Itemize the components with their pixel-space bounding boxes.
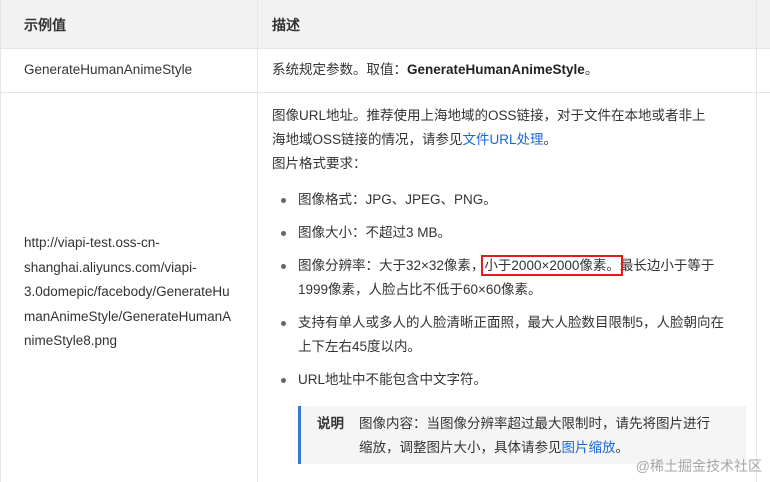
intro-prefix: 海地域OSS链接的情况，请参见 [272, 132, 463, 147]
file-url-link[interactable]: 文件URL处理 [463, 132, 544, 147]
face-line1: 支持有单人或多人的人脸清晰正面照，最大人脸数目限制5，人脸朝向在 [298, 315, 725, 330]
face-line2: 上下左右45度以内。 [298, 339, 422, 354]
note-text: 图像内容：当图像分辨率超过最大限制时，请先将图片进行 缩放，调整图片大小，具体请… [359, 412, 734, 460]
row1-description: 系统规定参数。取值：GenerateHumanAnimeStyle。 [272, 58, 598, 82]
row1-desc-suffix: 。 [584, 62, 599, 77]
url-line: 3.0domepic/facebody/GenerateHu [24, 284, 230, 299]
requirements-list: 图像格式：JPG、JPEG、PNG。 图像大小：不超过3 MB。 图像分辨率：大… [272, 188, 742, 401]
url-rule-text: URL地址中不能包含中文字符。 [298, 372, 488, 387]
note-line: 图像内容：当图像分辨率超过最大限制时，请先将图片进行 [359, 416, 710, 431]
bullet-icon [281, 231, 286, 236]
parameter-table: 示例值 描述 GenerateHumanAnimeStyle 系统规定参数。取值… [0, 0, 770, 482]
table-border-left [0, 0, 1, 482]
intro-line: 海地域OSS链接的情况，请参见文件URL处理。 [272, 128, 747, 152]
row1-desc-prefix: 系统规定参数。取值： [272, 62, 407, 77]
url-line: manAnimeStyle/GenerateHumanA [24, 308, 232, 324]
list-item: 图像格式：JPG、JPEG、PNG。 [272, 188, 742, 212]
url-line: http://viapi-test.oss-cn- [24, 235, 160, 250]
header-divider [0, 48, 770, 49]
row2-intro: 图像URL地址。推荐使用上海地域的OSS链接，对于文件在本地或者非上 海地域OS… [272, 104, 747, 176]
bullet-icon [281, 378, 286, 383]
size-text: 图像大小：不超过3 MB。 [298, 225, 452, 240]
intro-suffix: 。 [543, 132, 558, 147]
row-divider [0, 92, 770, 93]
url-line: shanghai.aliyuncs.com/viapi- [24, 259, 197, 275]
intro-line: 图像URL地址。推荐使用上海地域的OSS链接，对于文件在本地或者非上 [272, 108, 706, 123]
row2-example-url: http://viapi-test.oss-cn- shanghai.aliyu… [24, 231, 249, 354]
list-item: URL地址中不能包含中文字符。 [272, 368, 742, 392]
note-prefix: 缩放，调整图片大小，具体请参见 [359, 440, 562, 455]
table-header: 示例值 描述 [0, 0, 770, 48]
header-example-value: 示例值 [24, 17, 66, 33]
resolution-suffix: 最长边小于等于 [619, 258, 715, 273]
header-description: 描述 [272, 17, 300, 33]
row1-example: GenerateHumanAnimeStyle [24, 62, 193, 77]
list-item: 图像大小：不超过3 MB。 [272, 221, 742, 245]
url-line: nimeStyle8.png [24, 333, 118, 348]
resolution-line2: 1999像素，人脸占比不低于60×60像素。 [298, 282, 542, 297]
resolution-highlight: 小于2000×2000像素。 [481, 255, 623, 276]
resolution-prefix: 图像分辨率：大于32×32像素， [298, 258, 485, 273]
bullet-icon [281, 264, 286, 269]
note-suffix: 。 [615, 440, 630, 455]
column-divider [257, 0, 258, 482]
note-label: 说明 [317, 416, 344, 431]
list-item: 图像分辨率：大于32×32像素，小于2000×2000像素。最长边小于等于 199… [272, 254, 742, 302]
list-item: 支持有单人或多人的人脸清晰正面照，最大人脸数目限制5，人脸朝向在 上下左右45度以… [272, 311, 742, 359]
bullet-icon [281, 198, 286, 203]
format-text: 图像格式：JPG、JPEG、PNG。 [298, 192, 497, 207]
watermark: @稀土掘金技术社区 [635, 458, 762, 474]
row1-desc-value: GenerateHumanAnimeStyle [407, 62, 585, 77]
format-title: 图片格式要求： [272, 156, 367, 171]
table-border-right [756, 0, 757, 482]
image-resize-link[interactable]: 图片缩放 [562, 440, 616, 455]
bullet-icon [281, 321, 286, 326]
